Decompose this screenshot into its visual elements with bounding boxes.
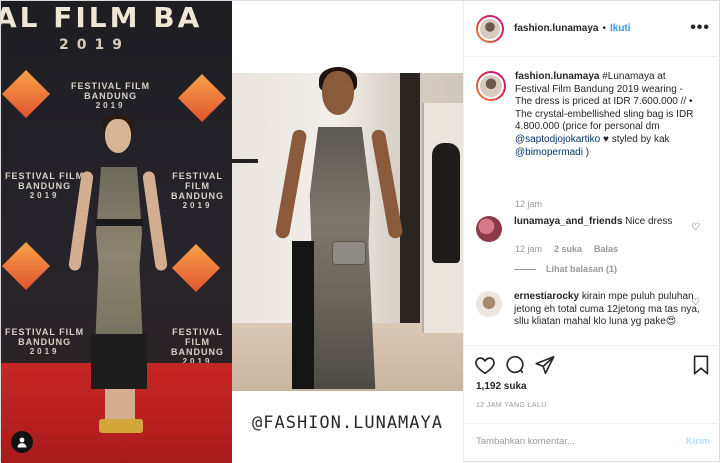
festival-logo-line2: BANDUNG: [171, 191, 224, 201]
festival-logo-line1: FESTIVAL FILM: [172, 327, 223, 347]
model-in-dress-figure: [274, 67, 404, 391]
comment-like-heart-icon[interactable]: ♡: [691, 297, 700, 308]
comment-like-count[interactable]: 2 suka: [554, 244, 582, 254]
festival-logo-line1: FESTIVAL FILM: [172, 171, 223, 191]
backdrop-diamond: [1, 69, 51, 119]
caption-body: fashion.lunamaya #Lunamaya at Festival F…: [515, 71, 701, 159]
header-username[interactable]: fashion.lunamaya: [514, 23, 598, 34]
festival-logo-line2: BANDUNG: [171, 347, 224, 357]
header-separator: •: [602, 23, 606, 34]
instagram-post-modal: AL FILM BA 2019 FESTIVAL FILM BANDUNG 20…: [0, 0, 720, 463]
caption-text: ): [585, 146, 590, 158]
festival-logo: FESTIVAL FILM BANDUNG 2019: [163, 171, 232, 211]
comment-input[interactable]: [476, 436, 666, 447]
caption-avatar[interactable]: [476, 71, 506, 101]
caption-meta: 12 jam: [515, 199, 542, 209]
festival-logo-line1: FESTIVAL FILM: [5, 327, 85, 337]
festival-logo: FESTIVAL FILM BANDUNG 2019: [5, 171, 84, 201]
backdrop-year: 2019: [59, 37, 130, 53]
share-icon[interactable]: [534, 354, 556, 376]
avatar-image: [478, 16, 502, 41]
comment-username[interactable]: ernestiarocky: [514, 291, 579, 302]
mention-link[interactable]: @saptodjojokartiko: [515, 134, 600, 145]
mention-link[interactable]: @bimopermadi: [515, 147, 583, 158]
heart-icon[interactable]: [474, 354, 496, 376]
person-icon: [17, 437, 27, 448]
dress-hem: [91, 334, 147, 389]
dress-belt: [95, 219, 143, 226]
arm: [142, 170, 168, 272]
shoes: [99, 419, 143, 433]
post-actions: [464, 345, 720, 385]
dress-panel: [292, 241, 314, 389]
profile-avatar[interactable]: [476, 14, 504, 43]
festival-logo-line2: BANDUNG: [84, 91, 138, 101]
comment-time[interactable]: 12 jam: [515, 244, 542, 254]
festival-logo-line1: FESTIVAL FILM: [5, 171, 85, 181]
festival-logo-year: 2019: [95, 101, 126, 110]
comment-avatar[interactable]: [476, 291, 502, 317]
post-comment-button[interactable]: Kirim: [686, 436, 710, 447]
comment-icon[interactable]: [504, 354, 526, 376]
festival-logo: FESTIVAL FILM BANDUNG 2019: [163, 327, 232, 367]
face: [322, 71, 354, 115]
comments-list[interactable]: fashion.lunamaya #Lunamaya at Festival F…: [464, 58, 720, 345]
caption: fashion.lunamaya #Lunamaya at Festival F…: [476, 71, 701, 159]
comment-item: ernestiarocky kirain mpe puluh puluhan j…: [476, 291, 700, 329]
comment-body: ernestiarocky kirain mpe puluh puluhan j…: [514, 291, 700, 329]
tagged-user-icon[interactable]: [11, 431, 33, 453]
bookmark-icon[interactable]: [690, 354, 712, 376]
face: [105, 119, 131, 153]
backdrop-diamond: [171, 243, 221, 293]
festival-logo-line1: FESTIVAL FILM: [71, 81, 151, 91]
comment-item: lunamaya_and_friends Nice dress: [476, 216, 700, 242]
posted-time[interactable]: 12 JAM YANG LALU: [476, 402, 547, 409]
view-replies-label: Lihat balasan (1): [546, 264, 618, 274]
festival-logo-line2: BANDUNG: [18, 337, 72, 347]
avatar-image: [478, 73, 504, 99]
replies-line: [514, 268, 536, 270]
comment-meta: 12 jam 2 suka Balas: [515, 244, 618, 254]
reply-button[interactable]: Balas: [594, 244, 618, 254]
festival-logo-year: 2019: [29, 191, 60, 200]
festival-logo-year: 2019: [29, 347, 60, 356]
view-replies-button[interactable]: Lihat balasan (1): [514, 264, 617, 274]
festival-logo-line2: BANDUNG: [18, 181, 72, 191]
backdrop-diamond: [1, 241, 51, 291]
studio-photo: @FASHION.LUNAMAYA: [232, 1, 463, 463]
likes-count[interactable]: 1,192 suka: [476, 381, 527, 392]
doorway: [400, 73, 420, 323]
festival-logo: FESTIVAL FILM BANDUNG 2019: [5, 327, 84, 357]
background-figure: [432, 143, 460, 263]
add-comment-bar: Kirim: [464, 423, 720, 463]
backdrop-title: AL FILM BA: [1, 1, 203, 34]
post-sidebar: fashion.lunamaya • Ikuti ••• fashion.lun…: [463, 1, 720, 463]
rack-bar: [232, 159, 258, 163]
post-header: fashion.lunamaya • Ikuti •••: [464, 1, 720, 57]
comment-username[interactable]: lunamaya_and_friends: [514, 216, 622, 227]
caption-time[interactable]: 12 jam: [515, 199, 542, 209]
comment-text: Nice dress: [625, 216, 673, 227]
caption-text: ♥ styled by kak: [602, 133, 670, 145]
comment-body: lunamaya_and_friends Nice dress: [514, 216, 700, 242]
woman-in-dress-figure: [68, 115, 168, 444]
watermark-text: @FASHION.LUNAMAYA: [252, 413, 443, 433]
post-media[interactable]: AL FILM BA 2019 FESTIVAL FILM BANDUNG 20…: [1, 1, 463, 463]
festival-logo-year: 2019: [182, 201, 213, 210]
comment-avatar[interactable]: [476, 216, 502, 242]
backdrop-diamond: [177, 73, 227, 123]
sling-bag: [332, 241, 366, 265]
follow-button[interactable]: Ikuti: [610, 23, 631, 34]
clothing-rack: [232, 153, 258, 169]
caption-username[interactable]: fashion.lunamaya: [515, 71, 599, 82]
comment-like-heart-icon[interactable]: ♡: [691, 222, 700, 233]
festival-logo: FESTIVAL FILM BANDUNG 2019: [71, 81, 150, 111]
red-carpet-photo: AL FILM BA 2019 FESTIVAL FILM BANDUNG 20…: [1, 1, 232, 463]
more-horizontal-icon[interactable]: •••: [690, 19, 710, 37]
